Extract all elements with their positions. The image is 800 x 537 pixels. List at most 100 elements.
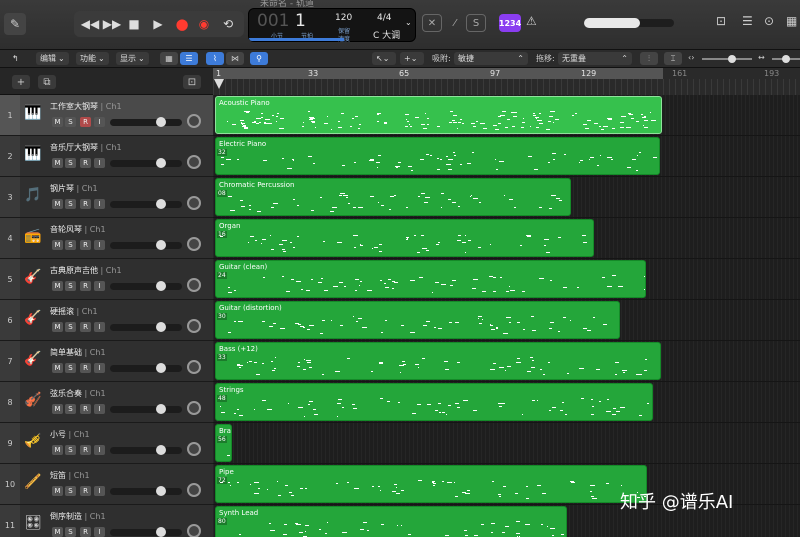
track-header[interactable]: 9 🎺 小号 | Ch1 M S R I [0,423,213,464]
track-header[interactable]: 1 🎹 工作室大钢琴 | Ch1 M S R I [0,95,213,136]
track-header[interactable]: 8 🎻 弦乐合奏 | Ch1 M S R I [0,382,213,423]
record-enable-button[interactable]: R [80,199,91,209]
horizontal-zoom-slider[interactable] [772,55,800,63]
track-name[interactable]: 音乐厅大钢琴 | Ch1 [50,142,122,153]
flex-icon[interactable]: ⋈ [226,52,244,65]
volume-knob[interactable] [156,158,166,168]
midi-region[interactable]: Electric Piano 32 [215,137,660,175]
vertical-zoom-icon[interactable]: ⌶ [664,52,682,65]
solo-button[interactable]: S [65,199,76,209]
volume-slider[interactable] [110,363,182,373]
organ-icon[interactable]: 📻 [23,226,43,246]
volume-knob[interactable] [156,117,166,127]
track-header[interactable]: 3 🎵 钢片琴 | Ch1 M S R I [0,177,213,218]
input-monitor-button[interactable]: I [94,527,105,537]
solo-button[interactable]: S [65,117,76,127]
global-tracks-button[interactable]: ⊡ [183,75,201,89]
volume-knob[interactable] [156,322,166,332]
pan-knob[interactable] [187,442,201,456]
synth-icon[interactable]: 🎛 [23,513,43,533]
mute-button[interactable]: M [52,527,63,537]
vertical-zoom-knob[interactable] [728,55,736,63]
back-icon[interactable]: ↰ [12,52,19,65]
track-name[interactable]: 古典原声吉他 | Ch1 [50,265,122,276]
volume-slider[interactable] [110,240,182,250]
lcd-display[interactable]: 001 1 小节 节拍 120 保留 速度 4/4 C 大调 ⌄ [248,8,416,43]
mute-button[interactable]: M [52,117,63,127]
solo-button[interactable]: S [65,281,76,291]
vertical-zoom-slider[interactable] [702,55,752,63]
drag-dropdown[interactable]: 无重叠 ⌃ [558,52,632,65]
pan-knob[interactable] [187,401,201,415]
trumpet-icon[interactable]: 🎺 [23,431,43,451]
snap-dropdown[interactable]: 敏捷 ⌃ [454,52,528,65]
volume-slider[interactable] [110,117,182,127]
input-monitor-button[interactable]: I [94,404,105,414]
record-enable-button[interactable]: R [80,281,91,291]
input-monitor-button[interactable]: I [94,199,105,209]
volume-slider[interactable] [110,322,182,332]
record-enable-button[interactable]: R [80,404,91,414]
loop-browser-icon[interactable]: ⊙ [764,14,774,28]
track-header[interactable]: 5 🎸 古典原声吉他 | Ch1 M S R I [0,259,213,300]
pan-knob[interactable] [187,237,201,251]
volume-knob[interactable] [156,240,166,250]
chevron-down-icon[interactable]: ⌄ [405,18,412,27]
input-monitor-button[interactable]: I [94,117,105,127]
track-lane[interactable]: Bra 56 [213,423,800,464]
solo-button[interactable]: S [65,527,76,537]
menu-view[interactable]: 显示 ⌄ [116,52,149,65]
tuner-icon[interactable]: ✕ [422,14,442,32]
volume-knob[interactable] [156,445,166,455]
midi-region[interactable]: Organ 16 [215,219,594,257]
midi-region[interactable]: Acoustic Piano [215,96,662,134]
track-name[interactable]: 工作室大钢琴 | Ch1 [50,101,122,112]
horizontal-zoom-icon[interactable]: ↔ [758,53,765,62]
cycle-icon[interactable]: ⟲ [218,15,238,33]
pan-knob[interactable] [187,360,201,374]
grand-piano-icon[interactable]: 🎹 [23,144,43,164]
track-name[interactable]: 弦乐合奏 | Ch1 [50,388,106,399]
track-header[interactable]: 10 🪈 短笛 | Ch1 M S R I [0,464,213,505]
midi-region[interactable]: Pipe 72 [215,465,647,503]
volume-slider[interactable] [110,445,182,455]
metronome-icon[interactable]: ⁄ [445,14,465,32]
pencil-icon[interactable]: ✎ [4,13,26,35]
mute-button[interactable]: M [52,445,63,455]
stop-icon[interactable]: ■ [124,15,144,33]
solo-button[interactable]: S [65,240,76,250]
grid-view-icon[interactable]: ▦ [160,52,178,65]
track-name[interactable]: 短笛 | Ch1 [50,470,90,481]
solo-button[interactable]: S [65,158,76,168]
mute-button[interactable]: M [52,404,63,414]
secondary-tool-dropdown[interactable]: +⌄ [400,52,424,65]
midi-region[interactable]: Chromatic Percussion 08 [215,178,571,216]
input-monitor-button[interactable]: I [94,240,105,250]
record-enable-button[interactable]: R [80,158,91,168]
vertical-zoom-slider-icon[interactable]: ‹› [688,53,694,62]
track-lane[interactable]: Electric Piano 32 [213,136,800,177]
catch-icon[interactable]: ⚲ [250,52,268,65]
solo-button[interactable]: S [65,363,76,373]
automation-icon[interactable]: ⌇ [206,52,224,65]
track-lane[interactable]: Strings 48 [213,382,800,423]
play-icon[interactable]: ▶ [148,15,168,33]
track-lane[interactable]: Organ 16 [213,218,800,259]
midi-region[interactable]: Bra 56 [215,424,232,462]
waveform-zoom-icon[interactable]: ⫶ [640,52,658,65]
browser-icon[interactable]: ▦ [786,14,797,28]
pan-knob[interactable] [187,524,201,537]
volume-knob[interactable] [156,199,166,209]
record-enable-button[interactable]: R [80,240,91,250]
list-view-icon[interactable]: ☰ [180,52,198,65]
metronome-triangle-icon[interactable]: ⚠ [526,14,537,28]
solo-button[interactable]: S [65,486,76,496]
solo-button[interactable]: S [65,322,76,332]
rewind-icon[interactable]: ◀◀ [80,15,100,33]
record-enable-button[interactable]: R [80,445,91,455]
volume-knob[interactable] [156,363,166,373]
mute-button[interactable]: M [52,363,63,373]
duplicate-track-button[interactable]: ⧉ [38,75,56,89]
midi-region[interactable]: Bass (+12) 33 [215,342,661,380]
volume-slider[interactable] [110,527,182,537]
